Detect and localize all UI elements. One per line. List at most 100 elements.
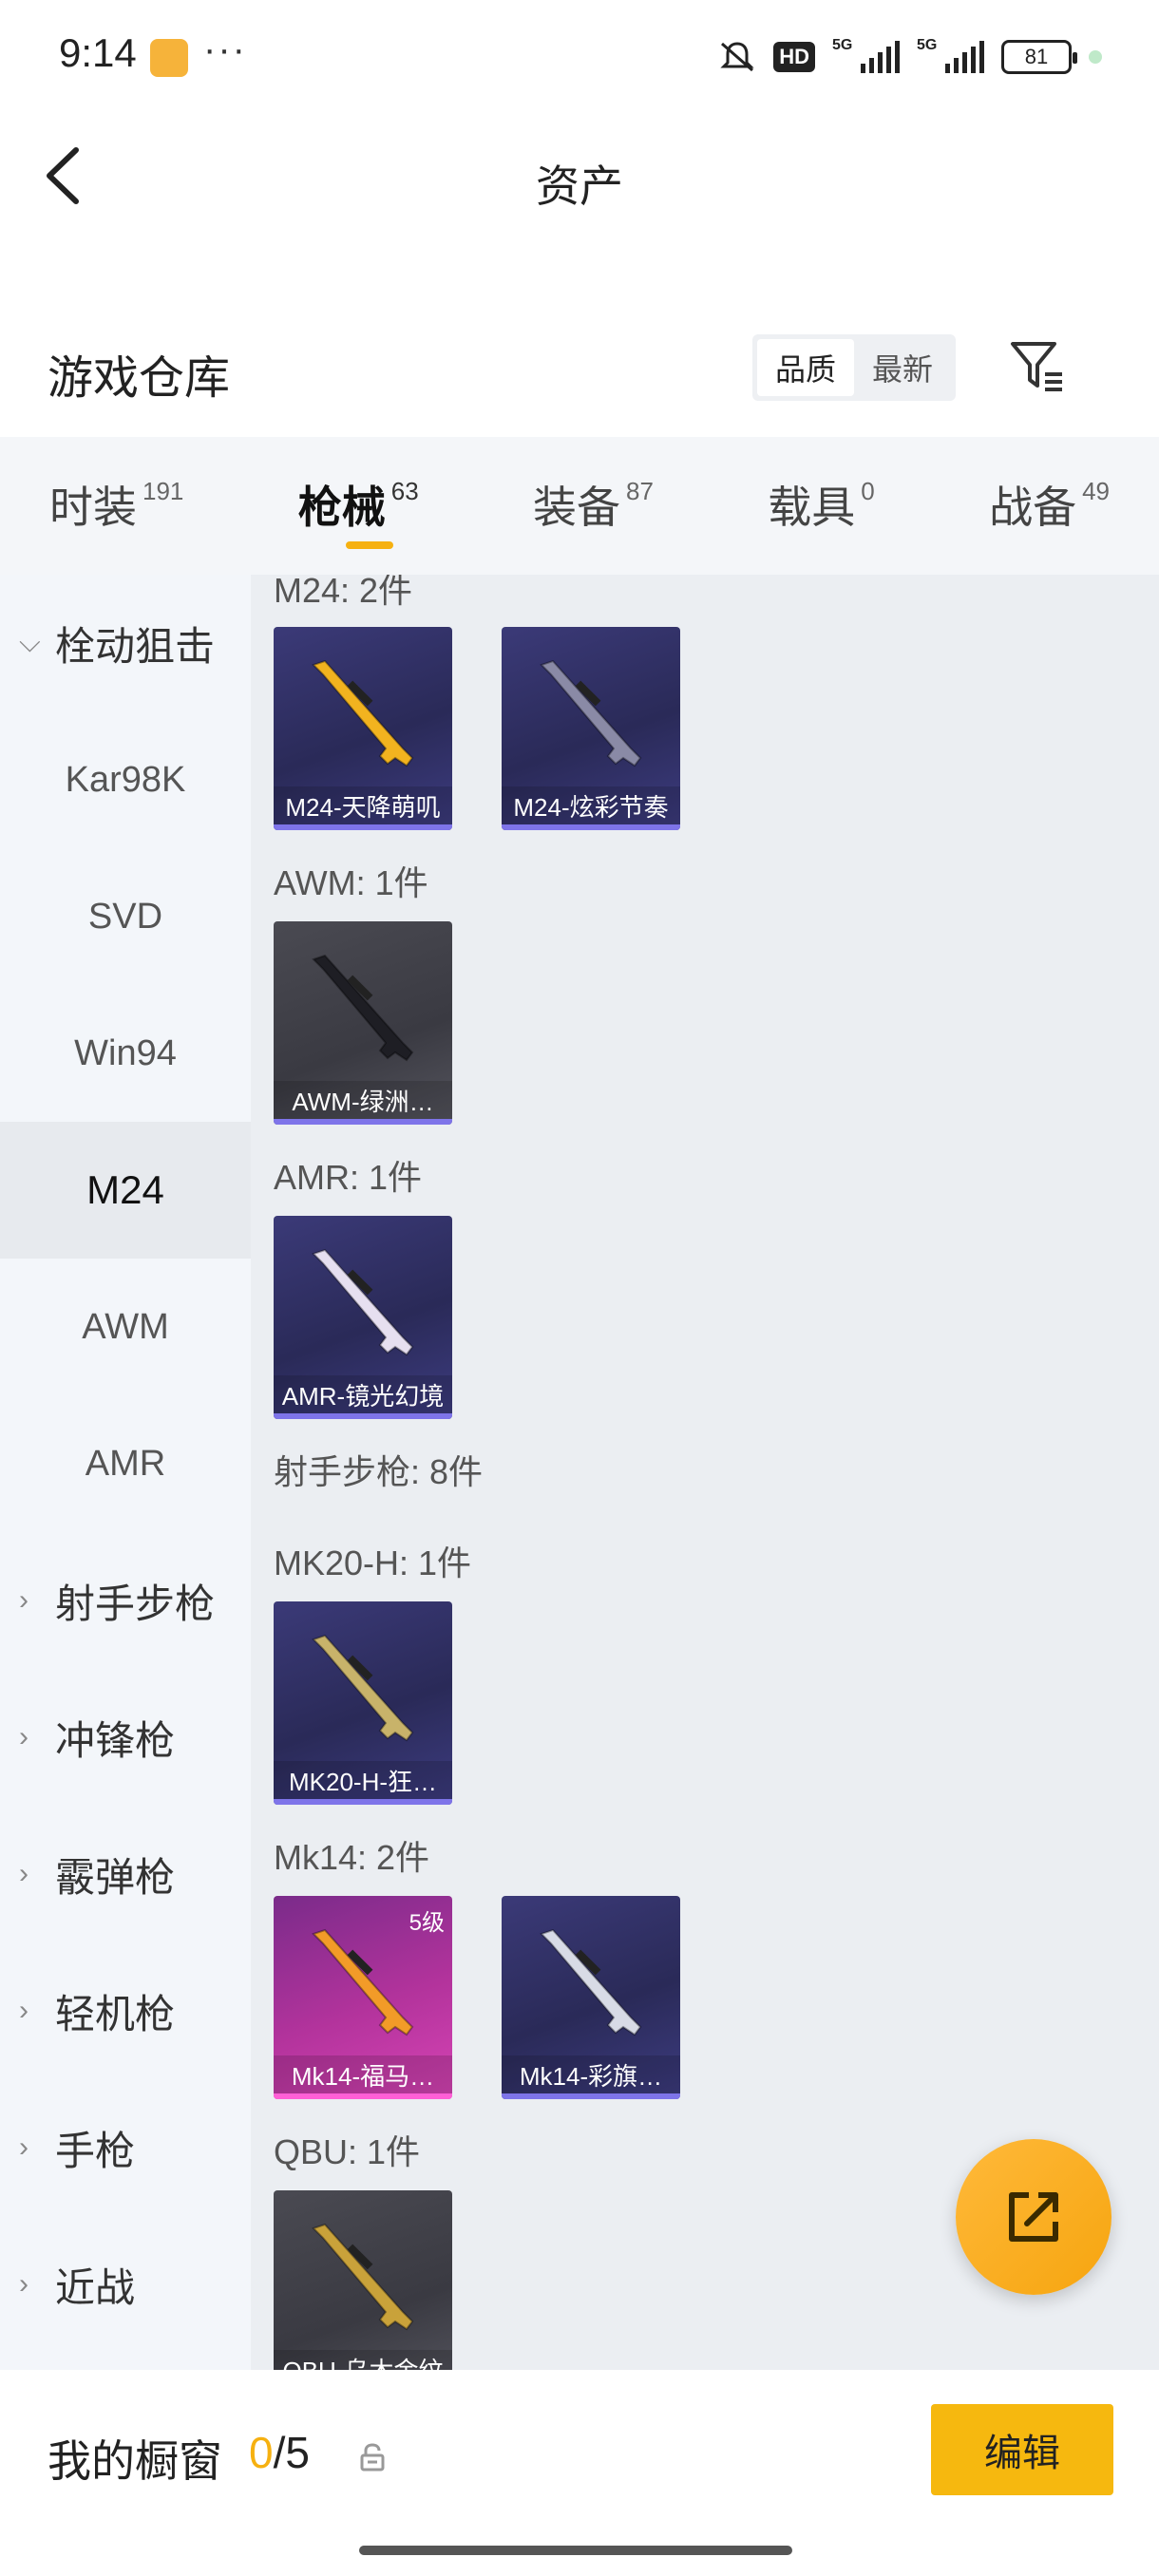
sidebar-group-label: 手枪 — [55, 2128, 136, 2173]
home-indicator[interactable] — [359, 2546, 792, 2555]
sidebar-item-kar98k[interactable]: Kar98K — [0, 711, 251, 848]
tab-vehicles[interactable]: 载具 0 — [768, 437, 874, 575]
lock-icon — [360, 2443, 385, 2472]
weapon-card[interactable]: M24-炫彩节奏 — [502, 627, 680, 830]
rifle-icon — [540, 1928, 642, 2036]
weapon-card[interactable]: AMR-镜光幻境 — [274, 1216, 452, 1419]
level-badge: 5级 — [408, 1910, 445, 1936]
tab-label: 战备 — [989, 483, 1077, 532]
weapon-card[interactable]: 5级 Mk14-福马… — [274, 1896, 452, 2099]
sidebar-group-label: 射手步枪 — [55, 1581, 216, 1626]
sidebar-group-bolt-action[interactable]: ⌵ 栓动狙击 — [0, 575, 251, 711]
showcase-current: 0 — [249, 2428, 274, 2477]
page-title: 资产 — [536, 161, 623, 211]
rarity-bar — [274, 824, 452, 830]
sidebar-group-label: 栓动狙击 — [55, 623, 216, 669]
app-header: 资产 — [0, 114, 1159, 237]
share-external-icon — [1009, 2192, 1058, 2242]
weapon-category-sidebar: ⌵ 栓动狙击 Kar98K SVD Win94 M24 AWM AMR › 射手步枪… — [0, 575, 251, 2370]
weapon-card-name: AMR-镜光幻境 — [274, 1375, 452, 1413]
sidebar-item-win94[interactable]: Win94 — [0, 985, 251, 1122]
rifle-icon — [312, 659, 414, 767]
sidebar-item-svd[interactable]: SVD — [0, 848, 251, 985]
group-label-amr: AMR: 1件 — [274, 1158, 423, 1197]
sidebar-group-lmg[interactable]: › 轻机枪 — [0, 1942, 251, 2079]
privacy-indicator-icon — [1089, 50, 1102, 64]
rarity-bar — [274, 1799, 452, 1805]
status-bar: 9:14 ··· HD 5G 5G 81 — [0, 0, 1159, 114]
tab-firearms[interactable]: 枪械 63 — [298, 437, 419, 575]
rarity-bar — [502, 2093, 680, 2099]
chevron-right-icon: › — [19, 2131, 28, 2163]
signal-icon-2: 5G — [917, 37, 984, 73]
sidebar-group-shotgun[interactable]: › 霰弹枪 — [0, 1806, 251, 1942]
edit-button[interactable]: 编辑 — [931, 2404, 1113, 2495]
weapon-card-name: AWM-绿洲… — [274, 1081, 452, 1119]
weapon-card-name: Mk14-福马… — [274, 2055, 452, 2093]
sort-quality-option[interactable]: 品质 — [757, 339, 854, 396]
tab-count: 191 — [142, 477, 184, 505]
sidebar-group-melee[interactable]: › 近战 — [0, 2216, 251, 2353]
sidebar-item-m24[interactable]: M24 — [0, 1122, 251, 1259]
group-label-mk14: Mk14: 2件 — [274, 1838, 430, 1877]
tab-gear[interactable]: 战备 49 — [989, 437, 1110, 575]
mute-vibrate-icon — [720, 42, 754, 72]
tab-label: 枪械 — [297, 483, 386, 532]
share-button[interactable] — [956, 2139, 1112, 2295]
hd-voice-icon: HD — [773, 42, 815, 72]
tab-equipment[interactable]: 装备 87 — [533, 437, 654, 575]
sidebar-group-smg[interactable]: › 冲锋枪 — [0, 1669, 251, 1806]
more-notifications-icon: ··· — [203, 28, 247, 70]
group-label-dmr: 射手步枪: 8件 — [274, 1452, 484, 1491]
sidebar-group-label: 近战 — [55, 2264, 136, 2310]
rifle-icon — [312, 2223, 414, 2331]
signal-icon-1: 5G — [832, 37, 900, 73]
rifle-icon — [312, 1634, 414, 1742]
tab-count: 87 — [626, 477, 654, 505]
group-label-awm: AWM: 1件 — [274, 863, 428, 902]
sidebar-group-label: 霰弹枪 — [55, 1854, 176, 1900]
rifle-icon — [540, 659, 642, 767]
group-label-m24: M24: 2件 — [274, 575, 413, 610]
weapon-card[interactable]: QBU-乌木金纹 — [274, 2190, 452, 2370]
weapon-card[interactable]: M24-天降萌叽 — [274, 627, 452, 830]
warehouse-title: 游戏仓库 — [48, 353, 231, 404]
rarity-bar — [274, 1119, 452, 1125]
showcase-count: 0/5 — [249, 2427, 310, 2478]
tab-count: 0 — [861, 477, 875, 505]
chevron-right-icon: › — [19, 1721, 28, 1752]
showcase-total: /5 — [273, 2428, 310, 2477]
status-icons: HD 5G 5G 81 — [718, 34, 1102, 80]
chevron-right-icon: › — [19, 2268, 28, 2300]
rifle-icon — [312, 954, 414, 1062]
battery-level: 81 — [1024, 45, 1049, 68]
sidebar-group-pistol[interactable]: › 手枪 — [0, 2079, 251, 2216]
tab-fashion[interactable]: 时装 191 — [49, 437, 183, 575]
status-time: 9:14 — [59, 30, 137, 75]
notification-app-icon — [150, 39, 188, 77]
sidebar-group-label: 冲锋枪 — [55, 1717, 176, 1763]
weapon-grid: M24: 2件 M24-天降萌叽 M24-炫彩节奏 AWM: 1件 AWM-绿洲… — [251, 575, 1159, 2370]
filter-icon[interactable] — [1007, 336, 1068, 397]
sidebar-group-dmr[interactable]: › 射手步枪 — [0, 1532, 251, 1669]
sidebar-item-amr[interactable]: AMR — [0, 1395, 251, 1532]
category-tabs: 时装 191 枪械 63 装备 87 载具 0 战备 49 — [0, 437, 1159, 575]
showcase-label: 我的橱窗 — [48, 2436, 222, 2486]
group-label-qbu: QBU: 1件 — [274, 2132, 421, 2171]
chevron-right-icon: › — [19, 1584, 28, 1616]
weapon-card[interactable]: Mk14-彩旗… — [502, 1896, 680, 2099]
rarity-bar — [274, 2093, 452, 2099]
sidebar-group-label: 轻机枪 — [55, 1991, 176, 2036]
sidebar-item-awm[interactable]: AWM — [0, 1259, 251, 1395]
weapon-card[interactable]: MK20-H-狂… — [274, 1601, 452, 1805]
weapon-card-name: QBU-乌木金纹 — [274, 2350, 452, 2370]
rarity-bar — [274, 1413, 452, 1419]
tab-count: 49 — [1082, 477, 1110, 505]
battery-icon: 81 — [1001, 40, 1077, 74]
weapon-card-name: M24-天降萌叽 — [274, 786, 452, 824]
sort-toggle: 品质 最新 — [752, 334, 956, 401]
weapon-card[interactable]: AWM-绿洲… — [274, 921, 452, 1125]
tab-label: 装备 — [533, 483, 620, 532]
chevron-down-icon: ⌵ — [19, 627, 41, 658]
sort-newest-option[interactable]: 最新 — [854, 339, 951, 396]
